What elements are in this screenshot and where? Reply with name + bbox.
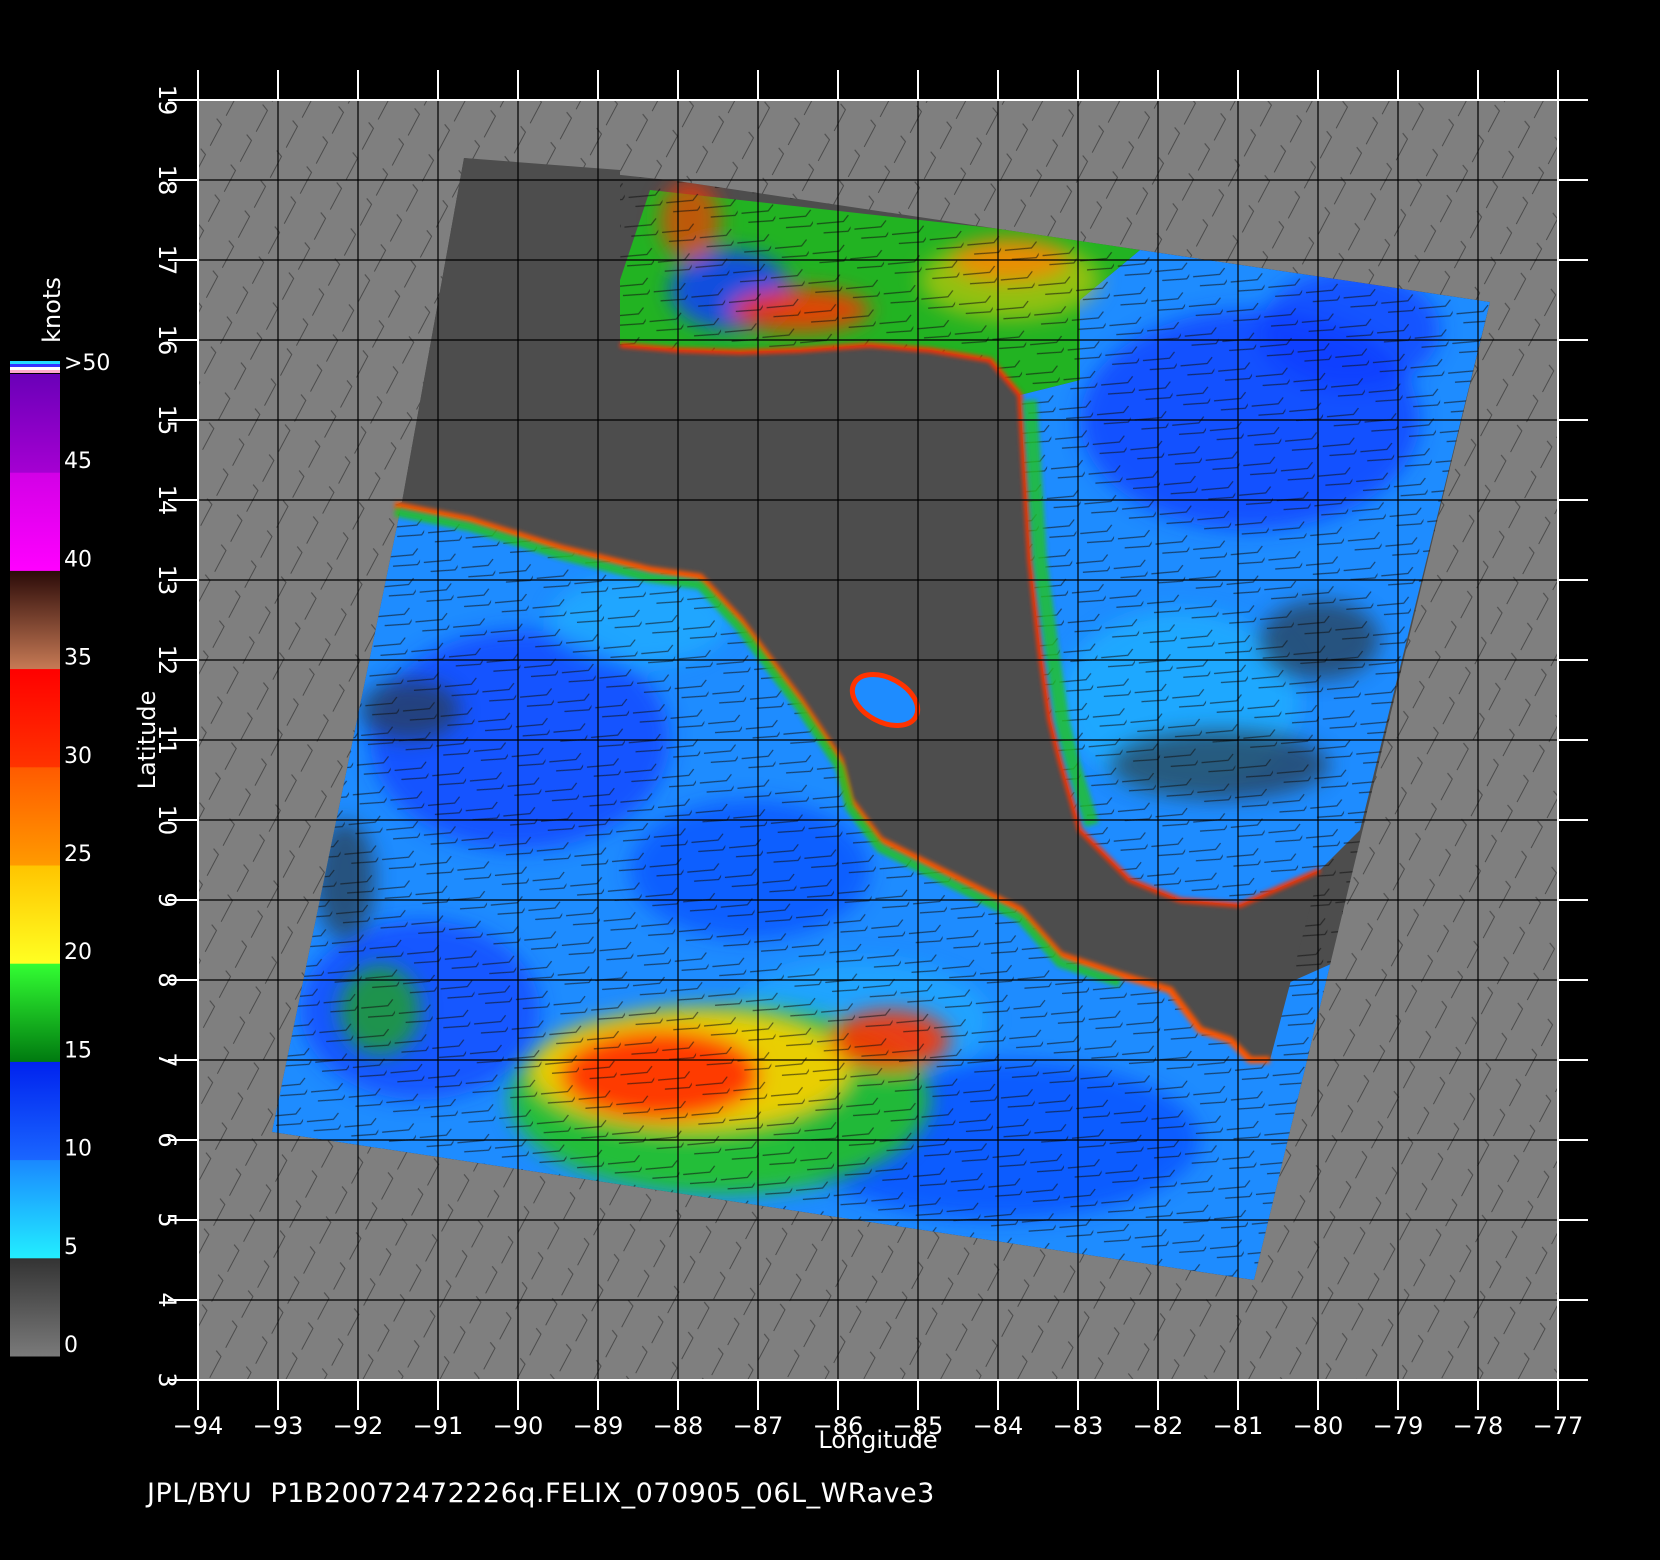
y-tick-label: 9 [153, 892, 181, 907]
legend-unit-label: knots [38, 277, 66, 343]
x-axis-label: Longitude [818, 1426, 937, 1454]
color-bar-band [10, 1159, 60, 1259]
color-bar-label: 10 [64, 1137, 92, 1162]
y-tick-label: 19 [153, 85, 181, 116]
x-tick-label: −91 [413, 1412, 464, 1440]
color-bar-label: >50 [64, 351, 110, 376]
y-tick-label: 6 [153, 1132, 181, 1147]
y-tick-label: 12 [153, 645, 181, 676]
color-bar-band [10, 668, 60, 768]
x-tick-label: −94 [173, 1412, 224, 1440]
x-tick-label: −80 [1293, 1412, 1344, 1440]
color-bar-label: 20 [64, 940, 92, 965]
color-bar-label: 45 [64, 449, 92, 474]
color-bar-band [10, 963, 60, 1062]
x-tick-label: −82 [1133, 1412, 1184, 1440]
y-tick-label: 4 [153, 1292, 181, 1307]
y-tick-label: 14 [153, 485, 181, 516]
y-tick-label: 7 [153, 1052, 181, 1067]
x-tick-label: −83 [1053, 1412, 1104, 1440]
x-tick-label: −87 [733, 1412, 784, 1440]
x-tick-label: −77 [1533, 1412, 1584, 1440]
x-tick-label: −79 [1373, 1412, 1424, 1440]
y-tick-label: 8 [153, 972, 181, 987]
color-bar-label: 40 [64, 547, 92, 572]
y-axis-label: Latitude [133, 691, 161, 790]
y-tick-label: 17 [153, 245, 181, 276]
wind-speed-color-bar [10, 374, 60, 1357]
y-tick-label: 18 [153, 165, 181, 196]
x-tick-label: −89 [573, 1412, 624, 1440]
color-bar-label: 25 [64, 842, 92, 867]
y-tick-label: 10 [153, 805, 181, 836]
color-bar-label: 30 [64, 744, 92, 769]
color-bar-band [10, 766, 60, 866]
color-bar-label: 0 [64, 1333, 78, 1358]
color-bar-band [10, 1257, 60, 1357]
y-tick-label: 16 [153, 325, 181, 356]
x-tick-label: −88 [653, 1412, 704, 1440]
color-bar-band [10, 472, 60, 571]
x-tick-label: −93 [253, 1412, 304, 1440]
color-bar-label: 5 [64, 1235, 78, 1260]
y-tick-label: 3 [153, 1372, 181, 1387]
x-tick-label: −90 [493, 1412, 544, 1440]
color-bar-band [10, 1061, 60, 1161]
x-tick-label: −78 [1453, 1412, 1504, 1440]
color-bar-top-cap [10, 361, 60, 373]
x-tick-label: −84 [973, 1412, 1024, 1440]
color-bar-label: 35 [64, 646, 92, 671]
color-bar-band [10, 374, 60, 473]
color-bar-label: 15 [64, 1038, 92, 1063]
x-tick-label: −92 [333, 1412, 384, 1440]
figure-caption: JPL/BYU P1B20072472226q.FELIX_070905_06L… [147, 1478, 935, 1509]
y-tick-label: 15 [153, 405, 181, 436]
color-bar-labels: >50 45 40 35 30 25 20 15 10 5 0 [64, 351, 110, 1358]
y-tick-label: 13 [153, 565, 181, 596]
y-tick-label: 5 [153, 1212, 181, 1227]
wind-map-figure: −94 −93 −92 −91 −90 −89 −88 −87 −86 −85 −84 −83 −82−… [10, 70, 1588, 1454]
color-bar-band [10, 865, 60, 964]
x-tick-label: −81 [1213, 1412, 1264, 1440]
color-bar-band [10, 570, 60, 670]
